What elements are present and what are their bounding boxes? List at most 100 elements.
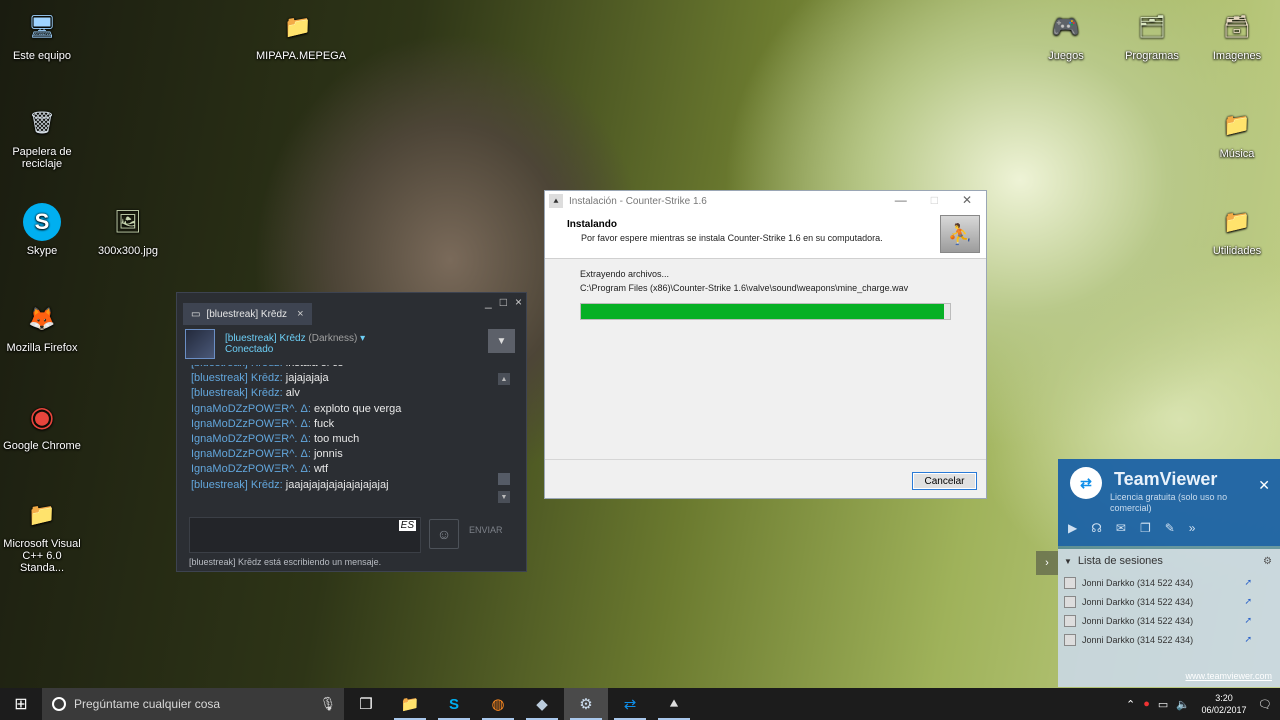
counter-strike-taskbar-icon[interactable]: ⯅ (652, 688, 696, 720)
connect-arrow-icon[interactable]: ➚ (1244, 634, 1252, 645)
send-button[interactable]: ENVIAR (469, 525, 503, 535)
tools-icon[interactable]: ✎ (1165, 521, 1175, 535)
connect-arrow-icon[interactable]: ➚ (1244, 615, 1252, 626)
taskbar: ⊞ Pregúntame cualquier cosa 🎙 ❒ 📁 S ◍ ◆ … (0, 688, 1280, 720)
scroll-up-icon[interactable]: ▲ (498, 373, 510, 385)
session-list-title: Lista de sesiones (1077, 555, 1163, 567)
firefox-icon: 🦊 (28, 306, 56, 331)
teamviewer-toolbar: ▶ ☊ ✉ ❐ ✎ » (1068, 521, 1195, 535)
chat-icon[interactable]: ✉ (1116, 521, 1126, 535)
files-icon[interactable]: ❐ (1140, 521, 1151, 535)
desktop-icon-juegos[interactable]: 🎮 Juegos (1024, 8, 1108, 63)
desktop-icon-visual-cpp[interactable]: 📁 Microsoft Visual C++ 6.0 Standa... (0, 496, 84, 575)
more-icon[interactable]: » (1189, 521, 1196, 535)
friend-avatar[interactable] (185, 329, 215, 359)
chat-message-text: exploto que verga (313, 402, 402, 415)
chat-tab-close-icon[interactable]: × (297, 308, 303, 320)
desktop-icon-300x300[interactable]: 🖼 300x300.jpg (86, 203, 170, 258)
teamviewer-panel: › ⇄ TeamViewer Licencia gratuita (solo u… (1036, 459, 1280, 687)
desktop-icon-este-equipo[interactable]: 🖥 Este equipo (0, 8, 84, 63)
session-name: Jonni Darkko (314 522 434) (1082, 615, 1194, 626)
chat-message-input[interactable]: ES (189, 517, 421, 553)
chat-message-author[interactable]: IgnaMoDZzPOWΞR^. Δ: (191, 448, 311, 460)
session-list-header[interactable]: ▼ Lista de sesiones ⚙ (1058, 549, 1280, 573)
desktop-icon-papelera[interactable]: 🗑 Papelera de reciclaje (0, 104, 84, 171)
minimize-button[interactable]: _ (485, 295, 492, 309)
video-icon[interactable]: ▶ (1068, 521, 1077, 535)
maximize-button[interactable]: □ (931, 193, 938, 207)
maximize-button[interactable]: □ (500, 295, 507, 309)
clock-time: 3:20 (1215, 693, 1233, 703)
cortana-search-box[interactable]: Pregúntame cualquier cosa 🎙 (42, 688, 344, 720)
tray-app-icon[interactable]: ● (1143, 698, 1150, 710)
friend-game: (Darkness) (308, 333, 358, 344)
minimize-button[interactable]: — (895, 193, 907, 207)
close-icon[interactable]: ✕ (1258, 477, 1270, 494)
connect-arrow-icon[interactable]: ➚ (1244, 596, 1252, 607)
install-progress-fill (581, 304, 945, 319)
session-list: ▼ Lista de sesiones ⚙ Jonni Darkko (314 … (1058, 549, 1280, 687)
volume-icon[interactable]: 🔈 (1176, 698, 1190, 711)
chat-message-author[interactable]: IgnaMoDZzPOWΞR^. Δ: (191, 463, 311, 475)
tray-chevron-up-icon[interactable]: ⌃ (1126, 698, 1135, 711)
teamviewer-taskbar-icon[interactable]: ⇄ (608, 688, 652, 720)
friend-name: [bluestreak] Krēdz (225, 333, 306, 344)
teamviewer-name: TeamViewer (1114, 469, 1218, 489)
file-explorer-icon[interactable]: 📁 (388, 688, 432, 720)
steam-chat-window: ▭ [bluestreak] Krēdz × _ □ × [bluestreak… (176, 292, 527, 572)
desktop-icon-programas[interactable]: 🗂 Programas (1110, 8, 1194, 63)
chat-message-author[interactable]: IgnaMoDZzPOWΞR^. Δ: (191, 418, 311, 430)
visual-cpp-taskbar-icon[interactable]: ◆ (520, 688, 564, 720)
games-shortcut-icon: 🎮 (1052, 14, 1080, 39)
session-row[interactable]: Jonni Darkko (314 522 434) ➚ (1058, 573, 1280, 592)
network-icon[interactable]: ▭ (1158, 698, 1168, 711)
session-row[interactable]: Jonni Darkko (314 522 434) ➚ (1058, 611, 1280, 630)
chat-options-dropdown-button[interactable]: ▼ (488, 329, 515, 353)
skype-taskbar-icon[interactable]: S (432, 688, 476, 720)
chat-message-author[interactable]: [bluestreak] Krēdz: (191, 372, 283, 384)
desktop-icon-firefox[interactable]: 🦊 Mozilla Firefox (0, 300, 84, 355)
chat-tab[interactable]: ▭ [bluestreak] Krēdz × (183, 303, 312, 325)
emoticon-icon[interactable]: ☺ (429, 519, 459, 549)
taskbar-clock[interactable]: 3:20 06/02/2017 (1198, 692, 1250, 716)
close-button[interactable]: × (515, 295, 522, 309)
steam-window-controls: _ □ × (485, 295, 522, 309)
close-button[interactable]: ✕ (962, 193, 972, 207)
clock-date: 06/02/2017 (1201, 705, 1247, 715)
task-view-icon[interactable]: ❒ (344, 688, 388, 720)
scroll-down-icon[interactable]: ▼ (498, 491, 510, 503)
connect-arrow-icon[interactable]: ➚ (1244, 577, 1252, 588)
desktop-icon-mipapa[interactable]: 📁 MIPAPA.MEPEGA (256, 8, 346, 63)
windows-start-icon[interactable]: ⊞ (0, 688, 42, 720)
installer-title: Instalación - Counter-Strike 1.6 (569, 195, 707, 207)
chat-message-author[interactable]: [bluestreak] Krēdz: (191, 365, 283, 369)
gear-icon[interactable]: ⚙ (1263, 556, 1272, 567)
installer-titlebar: ⯅ Instalación - Counter-Strike 1.6 — □ ✕ (545, 191, 986, 211)
chat-message-author[interactable]: [bluestreak] Krēdz: (191, 479, 283, 491)
desktop-icon-utilidades[interactable]: 📁 Utilidades (1195, 203, 1279, 258)
chat-message-author[interactable]: IgnaMoDZzPOWΞR^. Δ: (191, 433, 311, 445)
teamviewer-link[interactable]: www.teamviewer.com (1185, 671, 1272, 681)
scroll-thumb[interactable] (498, 473, 510, 485)
desktop-icon-musica[interactable]: 📁 Música (1195, 106, 1279, 161)
session-row[interactable]: Jonni Darkko (314 522 434) ➚ (1058, 592, 1280, 611)
steam-taskbar-icon[interactable]: ⚙ (564, 688, 608, 720)
desktop-icon-skype[interactable]: S Skype (0, 203, 84, 257)
chat-message-author[interactable]: [bluestreak] Krēdz: (191, 387, 283, 399)
images-shortcut-icon: 🗃 (1223, 14, 1251, 39)
headset-icon[interactable]: ☊ (1091, 521, 1102, 535)
notifications-icon[interactable]: 🗨 (1258, 698, 1272, 711)
cancel-button[interactable]: Cancelar (912, 472, 977, 490)
microphone-icon[interactable]: 🎙 (319, 696, 336, 712)
firefox-taskbar-icon[interactable]: ◍ (476, 688, 520, 720)
desktop-icon-chrome[interactable]: ◉ Google Chrome (0, 398, 84, 453)
session-row[interactable]: Jonni Darkko (314 522 434) ➚ (1058, 630, 1280, 649)
folder-icon: 📁 (28, 502, 56, 527)
desktop-icon-imagenes[interactable]: 🗃 Imagenes (1195, 8, 1279, 63)
chat-message-author[interactable]: IgnaMoDZzPOWΞR^. Δ: (191, 403, 311, 415)
friend-name-line[interactable]: [bluestreak] Krēdz (Darkness) ▾ (225, 333, 365, 344)
steam-chat-titlebar: ▭ [bluestreak] Krēdz × (177, 293, 526, 325)
session-name: Jonni Darkko (314 522 434) (1082, 596, 1194, 607)
expand-arrow-icon[interactable]: › (1036, 551, 1058, 575)
chat-scrollbar[interactable]: ▲ ▼ (498, 373, 510, 511)
